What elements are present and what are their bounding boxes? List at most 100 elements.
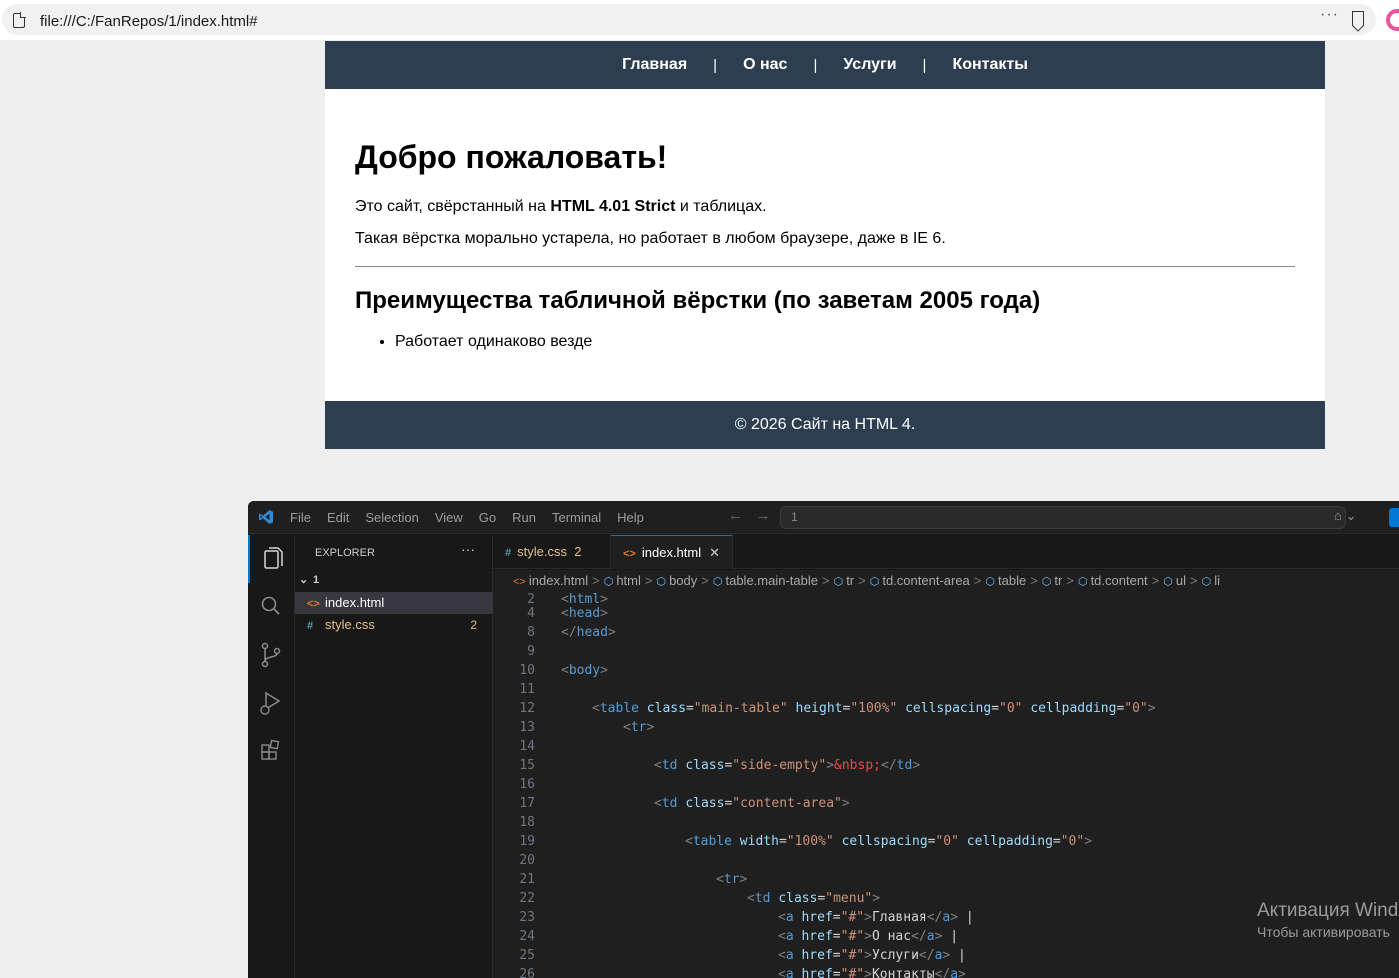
site-menu: Главная | О нас | Услуги | Контакты bbox=[325, 41, 1325, 89]
code-text: <tr> bbox=[623, 720, 655, 735]
search-icon[interactable] bbox=[248, 583, 295, 631]
code-line: 15 <td class="side-empty">&nbsp;</td> bbox=[493, 758, 1399, 777]
breadcrumb-item[interactable]: td.content bbox=[1091, 573, 1148, 588]
code-line: 11 bbox=[493, 682, 1399, 701]
code-line: 12 <table class="main-table" height="100%… bbox=[493, 701, 1399, 720]
run-debug-icon[interactable] bbox=[248, 679, 295, 727]
menu-item[interactable]: Help bbox=[617, 510, 644, 525]
tab-index-html[interactable]: <> index.html ✕ bbox=[611, 535, 733, 569]
breadcrumb-separator: > bbox=[858, 573, 866, 588]
code-text: <head> bbox=[561, 606, 608, 621]
file-name: style.css bbox=[325, 617, 375, 632]
line-number: 14 bbox=[519, 739, 535, 754]
code-text: <td class="menu"> bbox=[747, 891, 881, 906]
menu-link[interactable]: Услуги bbox=[843, 56, 896, 74]
tab-style-css[interactable]: # style.css 2 bbox=[493, 535, 611, 569]
source-control-icon[interactable] bbox=[248, 631, 295, 679]
line-number: 11 bbox=[519, 682, 535, 697]
url-text[interactable]: file:///C:/FanRepos/1/index.html# bbox=[40, 13, 258, 30]
breadcrumb-separator: > bbox=[821, 573, 830, 588]
code-line: 19 <table width="100%" cellspacing="0" ce… bbox=[493, 834, 1399, 853]
menu-item[interactable]: Go bbox=[479, 510, 496, 525]
line-number: 21 bbox=[519, 872, 535, 887]
more-options-icon[interactable]: ··· bbox=[1320, 6, 1339, 24]
second-paragraph: Такая вёрстка морально устарела, но рабо… bbox=[355, 230, 946, 247]
symbol-icon: ⬡ bbox=[869, 576, 880, 588]
breadcrumb-separator: > bbox=[644, 573, 653, 588]
menu-item[interactable]: Run bbox=[512, 510, 536, 525]
line-number: 18 bbox=[519, 815, 535, 830]
file-index-html[interactable]: <> index.html bbox=[295, 592, 493, 614]
breadcrumb-separator: > bbox=[973, 573, 982, 588]
breadcrumb-item[interactable]: index.html bbox=[529, 573, 588, 588]
page-title: Добро пожаловать! bbox=[355, 139, 668, 175]
explorer-icon[interactable] bbox=[248, 535, 295, 583]
menu-link[interactable]: Контакты bbox=[952, 56, 1027, 74]
code-line: 21 <tr> bbox=[493, 872, 1399, 891]
explorer-sidebar: EXPLORER ··· ⌄ 1 <> index.html # style.css … bbox=[295, 535, 493, 978]
file-style-css[interactable]: # style.css 2 bbox=[295, 614, 493, 636]
browser-toolbar: file:///C:/FanRepos/1/index.html# ··· bbox=[0, 0, 1399, 40]
breadcrumb-item[interactable]: li bbox=[1214, 573, 1220, 588]
breadcrumb-separator: > bbox=[1151, 573, 1160, 588]
menu-item[interactable]: File bbox=[290, 510, 311, 525]
menu-link[interactable]: О нас bbox=[743, 56, 787, 74]
code-text: <a href="#">Главная</a> | bbox=[778, 910, 974, 925]
menu-item[interactable]: Edit bbox=[327, 510, 349, 525]
breadcrumb-item[interactable]: ul bbox=[1176, 573, 1186, 588]
breadcrumb-item[interactable]: html bbox=[616, 573, 641, 588]
activation-watermark: Активация Wind Чтобы активировать bbox=[1257, 900, 1398, 940]
problems-badge: 2 bbox=[470, 618, 477, 632]
menu-bar: File Edit Selection View Go Run Terminal Help bbox=[290, 510, 644, 525]
extensions-icon[interactable] bbox=[248, 727, 295, 775]
address-bar[interactable]: file:///C:/FanRepos/1/index.html# bbox=[2, 4, 1376, 35]
watermark-title: Активация Wind bbox=[1257, 900, 1399, 921]
file-icon bbox=[13, 12, 26, 28]
menu-item[interactable]: Selection bbox=[365, 510, 418, 525]
title-bar: File Edit Selection View Go Run Terminal Help ←… bbox=[248, 501, 1399, 534]
breadcrumb-item[interactable]: table bbox=[998, 573, 1026, 588]
accounts-button[interactable] bbox=[1389, 508, 1399, 527]
symbol-icon: ⬡ bbox=[1041, 576, 1052, 588]
command-center[interactable]: 1 bbox=[780, 506, 1346, 529]
menu-item[interactable]: View bbox=[435, 510, 463, 525]
breadcrumb-item[interactable]: tr bbox=[1054, 573, 1062, 588]
folder-root[interactable]: ⌄ 1 bbox=[299, 573, 319, 586]
css-file-icon: # bbox=[505, 547, 512, 559]
breadcrumb-item[interactable]: table.main-table bbox=[725, 573, 818, 588]
menu-separator: | bbox=[813, 56, 818, 74]
content-area: Добро пожаловать! Это сайт, свёрстанный … bbox=[325, 89, 1325, 401]
breadcrumb-item[interactable]: tr bbox=[846, 573, 854, 588]
file-name: index.html bbox=[325, 595, 385, 610]
chat-icon[interactable]: ⌂ ⌄ bbox=[1334, 508, 1356, 524]
breadcrumb-separator: > bbox=[1190, 573, 1198, 588]
profile-icon[interactable] bbox=[1386, 9, 1399, 31]
code-line: 20 bbox=[493, 853, 1399, 872]
menu-separator: | bbox=[713, 56, 718, 74]
forward-arrow-icon[interactable]: → bbox=[756, 507, 771, 524]
symbol-icon: ⬡ bbox=[656, 576, 667, 588]
line-number: 17 bbox=[519, 796, 535, 811]
breadcrumb-item[interactable]: td.content-area bbox=[882, 573, 969, 588]
code-line: 18 bbox=[493, 815, 1399, 834]
site-footer: © 2026 Сайт на HTML 4. bbox=[325, 401, 1325, 449]
line-number: 9 bbox=[527, 644, 535, 659]
code-text: <td class="content-area"> bbox=[654, 796, 850, 811]
line-number: 23 bbox=[519, 910, 535, 925]
explorer-more-icon[interactable]: ··· bbox=[461, 541, 475, 557]
close-icon[interactable]: ✕ bbox=[709, 545, 720, 560]
code-text: <a href="#">О нас</a> | bbox=[778, 929, 959, 944]
menu-item[interactable]: Terminal bbox=[552, 510, 601, 525]
back-arrow-icon[interactable]: ← bbox=[728, 507, 743, 524]
line-number: 20 bbox=[519, 853, 535, 868]
html-file-icon: <> bbox=[307, 598, 320, 610]
symbol-icon: ⬡ bbox=[833, 576, 844, 588]
menu-link[interactable]: Главная bbox=[622, 56, 687, 74]
breadcrumb-item[interactable]: body bbox=[669, 573, 697, 588]
code-line: 8 </head> bbox=[493, 625, 1399, 644]
nav-arrows: ← → bbox=[728, 507, 771, 524]
line-number: 4 bbox=[527, 606, 535, 621]
bookmark-icon[interactable] bbox=[1352, 11, 1364, 26]
code-line: 9 bbox=[493, 644, 1399, 663]
breadcrumb: <> index.html > ⬡ html > ⬡ body > ⬡ table.main-tab… bbox=[493, 570, 1399, 592]
